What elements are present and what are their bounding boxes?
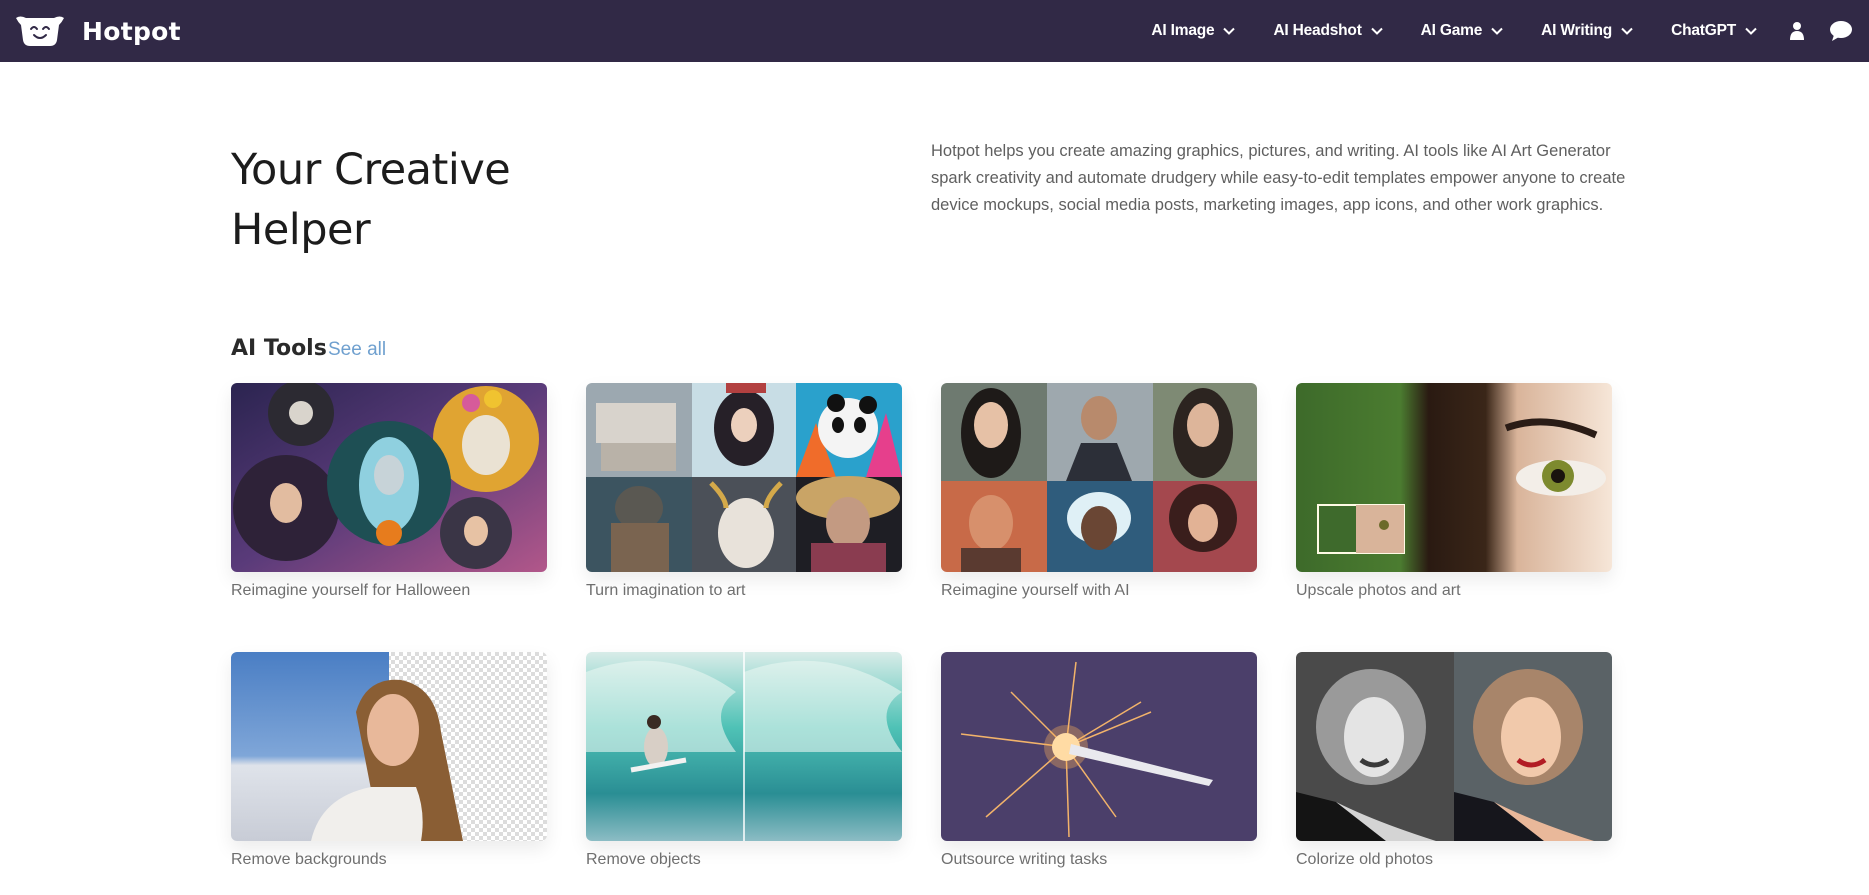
hero-title-line-2: Helper (231, 205, 371, 255)
card-image-halloween-portraits (231, 383, 547, 572)
user-icon (1790, 22, 1804, 40)
hero-description: Hotpot helps you create amazing graphics… (931, 142, 1626, 214)
tool-card-halloween[interactable]: Reimagine yourself for Halloween (231, 383, 547, 600)
card-label: Colorize old photos (1296, 851, 1433, 868)
card-label: Turn imagination to art (586, 582, 746, 599)
nav-item-ai-image[interactable]: AI Image (1151, 22, 1236, 40)
chevron-down-icon (1223, 27, 1236, 35)
tool-card-remove-objects[interactable]: Remove objects (586, 652, 902, 869)
user-account-button[interactable] (1789, 21, 1805, 41)
main-nav: AI Image AI Headshot AI Game AI Writing … (1151, 0, 1869, 62)
chat-button[interactable] (1829, 20, 1853, 42)
card-label: Outsource writing tasks (941, 851, 1108, 868)
hero-title-line-1: Your Creative (231, 145, 511, 195)
card-label: Reimagine yourself for Halloween (231, 582, 471, 599)
tool-card-writing[interactable]: Outsource writing tasks (941, 652, 1257, 869)
card-label: Reimagine yourself with AI (941, 582, 1130, 599)
tool-card-remove-backgrounds[interactable]: Remove backgrounds (231, 652, 547, 869)
nav-item-label: AI Game (1420, 22, 1483, 39)
tool-card-ai-art[interactable]: Turn imagination to art (586, 383, 902, 600)
card-label: Remove backgrounds (231, 851, 387, 868)
card-label: Upscale photos and art (1296, 582, 1461, 599)
chevron-down-icon (1745, 27, 1757, 35)
card-image-colorized-portrait (1296, 652, 1612, 841)
chevron-down-icon (1370, 27, 1383, 35)
chevron-down-icon (1621, 27, 1633, 35)
tool-card-upscale[interactable]: Upscale photos and art (1296, 383, 1612, 600)
nav-item-label: AI Image (1151, 22, 1215, 39)
section-title-ai-tools: AI Tools (231, 336, 327, 361)
card-image-sparkling-pen (941, 652, 1257, 841)
card-image-ai-art-collage (586, 383, 902, 572)
nav-item-chatgpt[interactable]: ChatGPT (1671, 22, 1757, 40)
card-image-upscaled-eye-closeup (1296, 383, 1612, 572)
card-image-woman-background-removed (231, 652, 547, 841)
nav-item-label: ChatGPT (1671, 22, 1736, 39)
top-navigation-bar: Hotpot AI Image AI Headshot AI Game AI W… (0, 0, 1869, 62)
chevron-down-icon (1491, 27, 1503, 35)
chat-bubble-icon (1830, 21, 1852, 41)
nav-item-label: AI Headshot (1273, 22, 1362, 39)
tool-card-colorize[interactable]: Colorize old photos (1296, 652, 1612, 869)
nav-item-ai-writing[interactable]: AI Writing (1541, 22, 1633, 40)
card-image-ai-headshots-collage (941, 383, 1257, 572)
nav-item-ai-game[interactable]: AI Game (1421, 22, 1504, 40)
see-all-link[interactable]: See all (328, 339, 386, 361)
tool-card-ai-headshots[interactable]: Reimagine yourself with AI (941, 383, 1257, 600)
card-image-surfer-wave-removed (586, 652, 902, 841)
hero-title: Your Creative Helper (231, 140, 651, 260)
nav-item-ai-headshot[interactable]: AI Headshot (1273, 22, 1383, 40)
smiling-pot-logo-icon (16, 16, 64, 46)
nav-item-label: AI Writing (1541, 22, 1613, 39)
brand-name: Hotpot (82, 16, 181, 46)
card-label: Remove objects (586, 851, 701, 868)
brand-home-link[interactable]: Hotpot (12, 14, 181, 48)
